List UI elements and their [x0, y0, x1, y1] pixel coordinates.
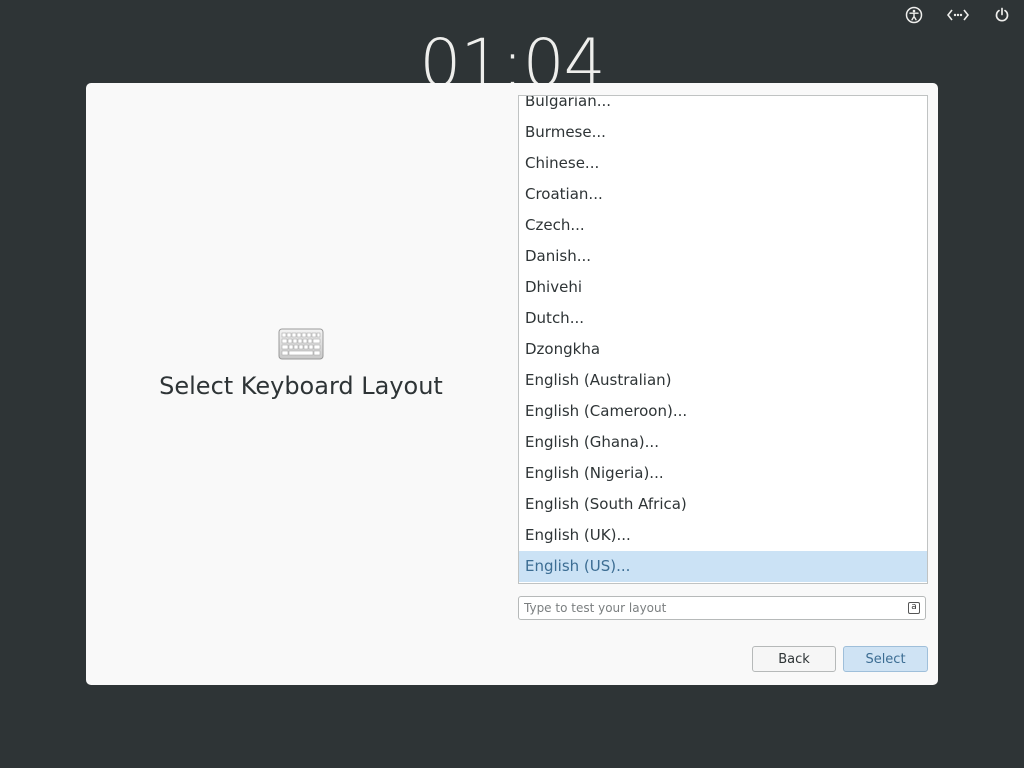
list-item[interactable]: Burmese...: [519, 117, 927, 148]
select-button[interactable]: Select: [843, 646, 928, 672]
layout-list[interactable]: Bulgarian... Burmese... Chinese... Croatian…: [518, 95, 928, 584]
list-item[interactable]: English (US)...: [519, 551, 927, 582]
test-layout-field[interactable]: a: [518, 596, 926, 620]
back-button[interactable]: Back: [752, 646, 836, 672]
list-item[interactable]: Croatian...: [519, 179, 927, 210]
test-layout-input[interactable]: [519, 597, 894, 619]
list-item[interactable]: Bulgarian...: [519, 96, 927, 117]
dialog-title: Select Keyboard Layout: [159, 372, 443, 400]
list-item[interactable]: Dutch...: [519, 303, 927, 334]
keyboard-layout-dialog: Select Keyboard Layout Bulgarian... Burme…: [86, 83, 938, 685]
list-item[interactable]: Dhivehi: [519, 272, 927, 303]
dialog-header-pane: Select Keyboard Layout: [86, 83, 516, 685]
accessibility-icon[interactable]: [904, 5, 924, 25]
list-item[interactable]: Danish...: [519, 241, 927, 272]
list-item[interactable]: Chinese...: [519, 148, 927, 179]
list-item[interactable]: Czech...: [519, 210, 927, 241]
input-source-icon[interactable]: a: [908, 602, 920, 614]
list-item[interactable]: English (Ghana)...: [519, 427, 927, 458]
list-item[interactable]: English (South Africa): [519, 489, 927, 520]
power-icon[interactable]: [992, 5, 1012, 25]
list-item[interactable]: English (Cameroon)...: [519, 396, 927, 427]
list-item[interactable]: English (UK)...: [519, 520, 927, 551]
list-item[interactable]: Dzongkha: [519, 334, 927, 365]
list-item[interactable]: English (Australian): [519, 365, 927, 396]
network-icon[interactable]: [947, 5, 969, 25]
layout-list-items: Bulgarian... Burmese... Chinese... Croatian…: [519, 96, 927, 582]
keyboard-icon: [278, 328, 324, 364]
list-item[interactable]: English (Nigeria)...: [519, 458, 927, 489]
